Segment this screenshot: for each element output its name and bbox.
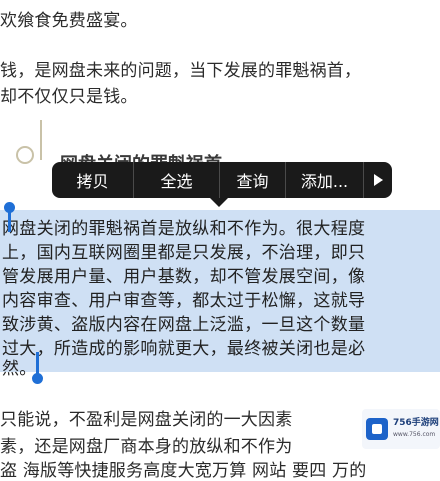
watermark: 756手游网 www.756.com xyxy=(362,409,440,449)
brand-logo-icon xyxy=(366,418,388,440)
paragraph-line: 只能说，不盈利是网盘关闭的一大因素 xyxy=(0,410,293,430)
context-menu-pointer xyxy=(210,198,228,207)
selected-text-line[interactable]: 上，国内互联网圈里都是只发展，不治理，即只 xyxy=(2,238,365,263)
selected-text-line[interactable]: 致涉黄、盗版内容在网盘上泛滥，一旦这个数量 xyxy=(2,310,365,335)
menu-more-button[interactable] xyxy=(364,162,392,198)
play-icon xyxy=(373,174,383,186)
menu-item-add[interactable]: 添加... xyxy=(286,162,364,198)
menu-item-lookup[interactable]: 查询 xyxy=(220,162,286,198)
watermark-brand: 756手游网 xyxy=(393,418,439,428)
selected-text-line[interactable]: 管发展用户量、用户基数，却不管发展空间，像 xyxy=(2,262,365,287)
context-menu: 拷贝 全选 查询 添加... xyxy=(52,162,392,198)
decorative-circle-icon xyxy=(16,146,34,164)
selection-end-handle[interactable] xyxy=(32,373,43,384)
paragraph-line: 钱，是网盘未来的问题，当下发展的罪魁祸首， xyxy=(0,61,362,81)
selected-text-line[interactable]: 内容审查、用户审查等，都太过于松懈，这就导 xyxy=(2,286,365,311)
selected-text-line[interactable]: 过大，所造成的影响就更大，最终被关闭也是必 xyxy=(2,334,365,359)
paragraph-line: 却不仅仅只是钱。 xyxy=(0,87,138,107)
watermark-url: www.756.com xyxy=(393,431,436,438)
menu-item-select-all[interactable]: 全选 xyxy=(134,162,220,198)
paragraph-line: 盗 海版等快捷服务高度大宽万算 网站 要四 万的 xyxy=(0,461,367,481)
selection-start-bar[interactable] xyxy=(8,208,11,232)
paragraph-line: 欢飨食免费盛宴。 xyxy=(0,11,138,31)
paragraph-line: 素，还是网盘厂商本身的放纵和不作为 xyxy=(0,437,293,457)
selected-text-line[interactable]: 然。 xyxy=(2,354,37,379)
selected-text-line[interactable]: 网盘关闭的罪魁祸首是放纵和不作为。很大程度 xyxy=(2,214,365,239)
menu-item-copy[interactable]: 拷贝 xyxy=(52,162,134,198)
decorative-line xyxy=(40,120,42,160)
